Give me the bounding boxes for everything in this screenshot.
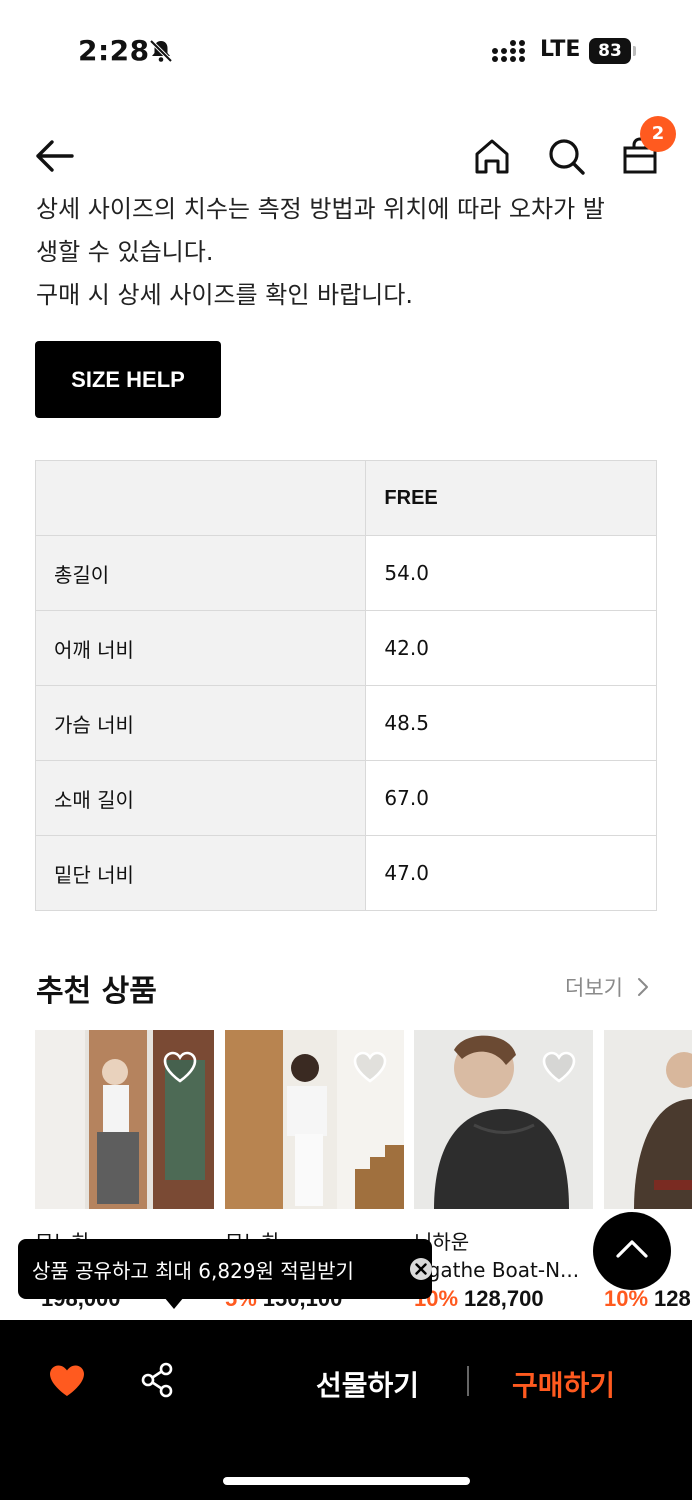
notice-line: 생할 수 있습니다.: [36, 238, 214, 266]
back-arrow-icon[interactable]: [34, 134, 74, 178]
product-name: Agathe Boat-N...: [414, 1258, 580, 1282]
home-icon[interactable]: [472, 134, 512, 178]
network-label: LTE: [540, 37, 581, 62]
more-link[interactable]: 더보기: [565, 972, 623, 1002]
table-row: 밑단 너비 47.0: [34, 835, 657, 911]
notice-line: 구매 시 상세 사이즈를 확인 바랍니다.: [36, 281, 413, 309]
table-row: 가슴 너비 48.5: [34, 685, 657, 761]
product-image[interactable]: [414, 1030, 593, 1209]
cart-count-badge: 2: [640, 116, 676, 152]
size-notice: 상세 사이즈의 치수는 측정 방법과 위치에 따라 오차가 발 생할 수 있습니…: [36, 188, 666, 317]
size-table-corner-cell: [34, 460, 367, 536]
heart-outline-icon[interactable]: [352, 1050, 388, 1084]
recommended-section-title: 추천 상품: [36, 974, 157, 1009]
bell-muted-icon: [149, 39, 173, 63]
measure-value: 47.0: [365, 835, 657, 911]
product-photo: [604, 1030, 692, 1209]
measure-label: 소매 길이: [34, 760, 367, 836]
gift-button[interactable]: 선물하기: [316, 1364, 419, 1404]
table-row: 어깨 너비 42.0: [34, 610, 657, 686]
status-time: 2:28: [78, 34, 150, 67]
product-image[interactable]: [35, 1030, 214, 1209]
size-table: FREE 총길이 54.0 어깨 너비 42.0 가슴 너비 48.5 소매 길…: [34, 460, 657, 911]
chevron-up-icon: [616, 1240, 648, 1258]
measure-label: 총길이: [34, 535, 367, 611]
product-image[interactable]: [225, 1030, 404, 1209]
heart-outline-icon[interactable]: [162, 1050, 198, 1084]
product-discount: 10%: [604, 1286, 649, 1311]
buy-button[interactable]: 구매하기: [512, 1364, 615, 1404]
heart-filled-icon[interactable]: [48, 1364, 86, 1398]
measure-value: 54.0: [365, 535, 657, 611]
product-price-value: 128,700: [464, 1286, 544, 1311]
share-toast-text: 상품 공유하고 최대 6,829원 적립받기: [32, 1259, 354, 1283]
size-table-header-row: FREE: [34, 460, 657, 536]
signal-icon: [492, 40, 525, 62]
product-price: 10% 128,700: [414, 1286, 544, 1312]
measure-label: 가슴 너비: [34, 685, 367, 761]
bottom-action-bar: 선물하기 구매하기: [0, 1320, 692, 1500]
table-row: 총길이 54.0: [34, 535, 657, 611]
measure-label: 어깨 너비: [34, 610, 367, 686]
table-row: 소매 길이 67.0: [34, 760, 657, 836]
status-bar: 2:28 LTE 83: [0, 0, 692, 100]
measure-value: 67.0: [365, 760, 657, 836]
measure-value: 42.0: [365, 610, 657, 686]
share-reward-toast: 상품 공유하고 최대 6,829원 적립받기: [18, 1239, 433, 1309]
size-help-button[interactable]: SIZE HELP: [35, 341, 221, 418]
divider: [467, 1366, 469, 1396]
measure-value: 48.5: [365, 685, 657, 761]
share-icon[interactable]: [140, 1362, 174, 1398]
measure-label: 밑단 너비: [34, 835, 367, 911]
close-icon[interactable]: [409, 1257, 433, 1281]
chevron-right-icon[interactable]: [636, 976, 650, 998]
battery-indicator: 83: [589, 38, 636, 64]
product-price: 10% 128: [604, 1286, 691, 1312]
size-column-header: FREE: [365, 460, 657, 536]
heart-outline-icon[interactable]: [541, 1050, 577, 1084]
home-indicator[interactable]: [223, 1477, 470, 1485]
scroll-to-top-button[interactable]: [593, 1212, 671, 1290]
search-icon[interactable]: [546, 134, 586, 178]
product-image[interactable]: [604, 1030, 692, 1209]
toast-pointer: [164, 1297, 184, 1309]
product-price-value: 128: [654, 1286, 691, 1311]
nav-header: [0, 100, 692, 195]
